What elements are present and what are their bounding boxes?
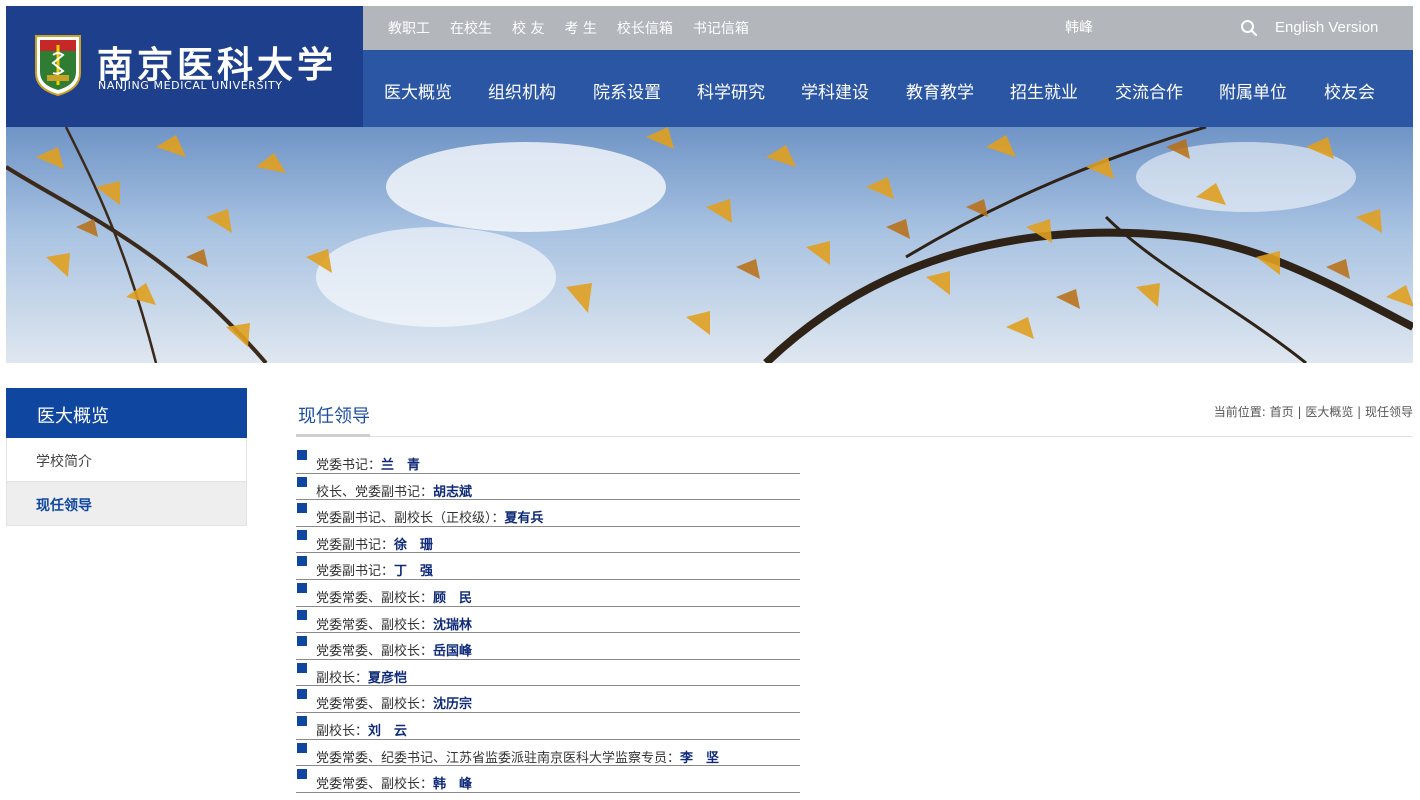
list-item: 党委常委、纪委书记、江苏省监委派驻南京医科大学监察专员：李 坚 (296, 740, 800, 767)
bullet-square-icon (297, 582, 307, 593)
leader-name: 胡志斌 (433, 484, 473, 500)
english-version-link[interactable]: English Version (1275, 19, 1378, 36)
list-item: 党委常委、副校长：岳国峰 (296, 633, 800, 660)
top-link-staff[interactable]: 教职工 (388, 18, 430, 38)
list-item: 党委常委、副校长：顾 民 (296, 580, 800, 607)
page: 南京医科大学 NANJING MEDICAL UNIVERSITY 教职工 在校… (0, 0, 1420, 800)
leader-name: 李 坚 (680, 750, 720, 766)
university-emblem-icon (35, 35, 81, 97)
bullet-square-icon (297, 715, 307, 726)
nav-item-affiliates[interactable]: 附属单位 (1219, 78, 1287, 103)
breadcrumb: 当前位置: 首页 | 医大概览 | 现任领导 (1213, 405, 1413, 419)
list-item: 副校长：刘 云 (296, 713, 800, 740)
top-link-secretary-mailbox[interactable]: 书记信箱 (693, 18, 749, 38)
sidebar-title: 医大概览 (6, 388, 247, 438)
list-item: 副校长：夏彦恺 (296, 660, 800, 687)
bullet-square-icon (297, 450, 307, 460)
bullet-square-icon (297, 476, 307, 487)
leader-name: 刘 云 (368, 723, 408, 739)
sidebar-item-label: 现任领导 (36, 498, 92, 514)
nav-item-exchange[interactable]: 交流合作 (1115, 78, 1183, 103)
page-title: 现任领导 (298, 406, 370, 427)
leader-name: 兰 青 (381, 458, 421, 473)
top-links: 教职工 在校生 校 友 考 生 校长信箱 书记信箱 (388, 18, 749, 38)
leader-role: 党委常委、纪委书记、江苏省监委派驻南京医科大学监察专员： (316, 750, 681, 766)
logo-english-name: NANJING MEDICAL UNIVERSITY (98, 79, 283, 92)
leader-name: 岳国峰 (433, 644, 473, 660)
search-icon[interactable] (1240, 19, 1258, 37)
leader-name: 丁 强 (394, 564, 434, 580)
leader-role: 党委常委、副校长： (316, 617, 434, 633)
title-divider-accent (296, 434, 370, 437)
list-item: 党委副书记：丁 强 (296, 553, 800, 580)
leader-role: 党委常委、副校长： (316, 777, 434, 793)
leader-role: 党委书记： (316, 458, 382, 473)
list-item: 党委书记：兰 青 (296, 447, 800, 474)
leader-role: 党委副书记、副校长（正校级）： (316, 511, 505, 527)
leader-role: 校长、党委副书记： (316, 484, 434, 500)
bullet-square-icon (297, 556, 307, 567)
top-link-president-mailbox[interactable]: 校长信箱 (617, 18, 673, 38)
bullet-square-icon (297, 769, 307, 780)
bullet-square-icon (297, 636, 307, 647)
top-name-text: 韩峰 (1065, 20, 1093, 36)
list-item: 党委常委、副校长：沈历宗 (296, 686, 800, 713)
leader-role: 党委副书记： (316, 564, 395, 580)
leader-name: 徐 珊 (394, 537, 434, 553)
title-divider (296, 436, 1413, 437)
sidebar-item-current-leaders[interactable]: 现任领导 (6, 482, 247, 526)
bullet-square-icon (297, 742, 307, 753)
list-item: 校长、党委副书记：胡志斌 (296, 474, 800, 501)
nav-item-disciplines[interactable]: 学科建设 (801, 78, 869, 103)
bullet-square-icon (297, 609, 307, 620)
list-item: 党委副书记：徐 珊 (296, 527, 800, 554)
leader-name: 顾 民 (433, 590, 473, 606)
leader-role: 党委副书记： (316, 537, 395, 553)
sidebar-item-school-intro[interactable]: 学校简介 (6, 438, 247, 482)
leader-role: 党委常委、副校长： (316, 590, 434, 606)
list-item: 党委常委、副校长：沈瑞林 (296, 607, 800, 634)
bullet-square-icon (297, 689, 307, 700)
top-link-alumni[interactable]: 校 友 (512, 18, 544, 38)
list-item: 党委副书记、副校长（正校级）：夏有兵 (296, 500, 800, 527)
top-utility-bar: 教职工 在校生 校 友 考 生 校长信箱 书记信箱 韩峰 English Ver… (363, 6, 1413, 50)
sidebar-title-text: 医大概览 (37, 406, 109, 427)
nav-item-departments[interactable]: 院系设置 (593, 78, 661, 103)
leader-name: 夏有兵 (504, 511, 544, 527)
nav-item-admissions[interactable]: 招生就业 (1010, 78, 1078, 103)
bullet-square-icon (297, 503, 307, 514)
leaders-list: 党委书记：兰 青 校长、党委副书记：胡志斌 党委副书记、副校长（正校级）：夏有兵… (296, 447, 800, 793)
leader-role: 副校长： (316, 723, 369, 739)
leader-role: 党委常委、副校长： (316, 644, 434, 660)
leader-name: 夏彦恺 (368, 670, 408, 686)
main-nav: 医大概览 组织机构 院系设置 科学研究 学科建设 教育教学 招生就业 交流合作 … (363, 50, 1413, 127)
banner-image (6, 127, 1413, 363)
bullet-square-icon (297, 662, 307, 673)
leader-role: 副校长： (316, 670, 369, 686)
leader-role: 党委常委、副校长： (316, 697, 434, 713)
leader-name: 韩 峰 (433, 777, 473, 793)
top-link-students[interactable]: 在校生 (450, 18, 492, 38)
nav-item-overview[interactable]: 医大概览 (384, 78, 452, 103)
top-link-applicants[interactable]: 考 生 (564, 18, 596, 38)
university-logo[interactable]: 南京医科大学 NANJING MEDICAL UNIVERSITY (6, 6, 363, 127)
nav-item-education[interactable]: 教育教学 (906, 78, 974, 103)
nav-item-research[interactable]: 科学研究 (697, 78, 765, 103)
leader-name: 沈历宗 (433, 697, 473, 713)
list-item: 党委常委、副校长：韩 峰 (296, 766, 800, 793)
leader-name: 沈瑞林 (433, 617, 473, 633)
nav-item-alumni-association[interactable]: 校友会 (1324, 78, 1375, 103)
bullet-square-icon (297, 529, 307, 540)
ginkgo-leaves-illustration (6, 127, 1413, 363)
site-header: 南京医科大学 NANJING MEDICAL UNIVERSITY 教职工 在校… (6, 6, 1413, 127)
nav-item-organization[interactable]: 组织机构 (488, 78, 556, 103)
sidebar-item-label: 学校简介 (36, 454, 92, 470)
